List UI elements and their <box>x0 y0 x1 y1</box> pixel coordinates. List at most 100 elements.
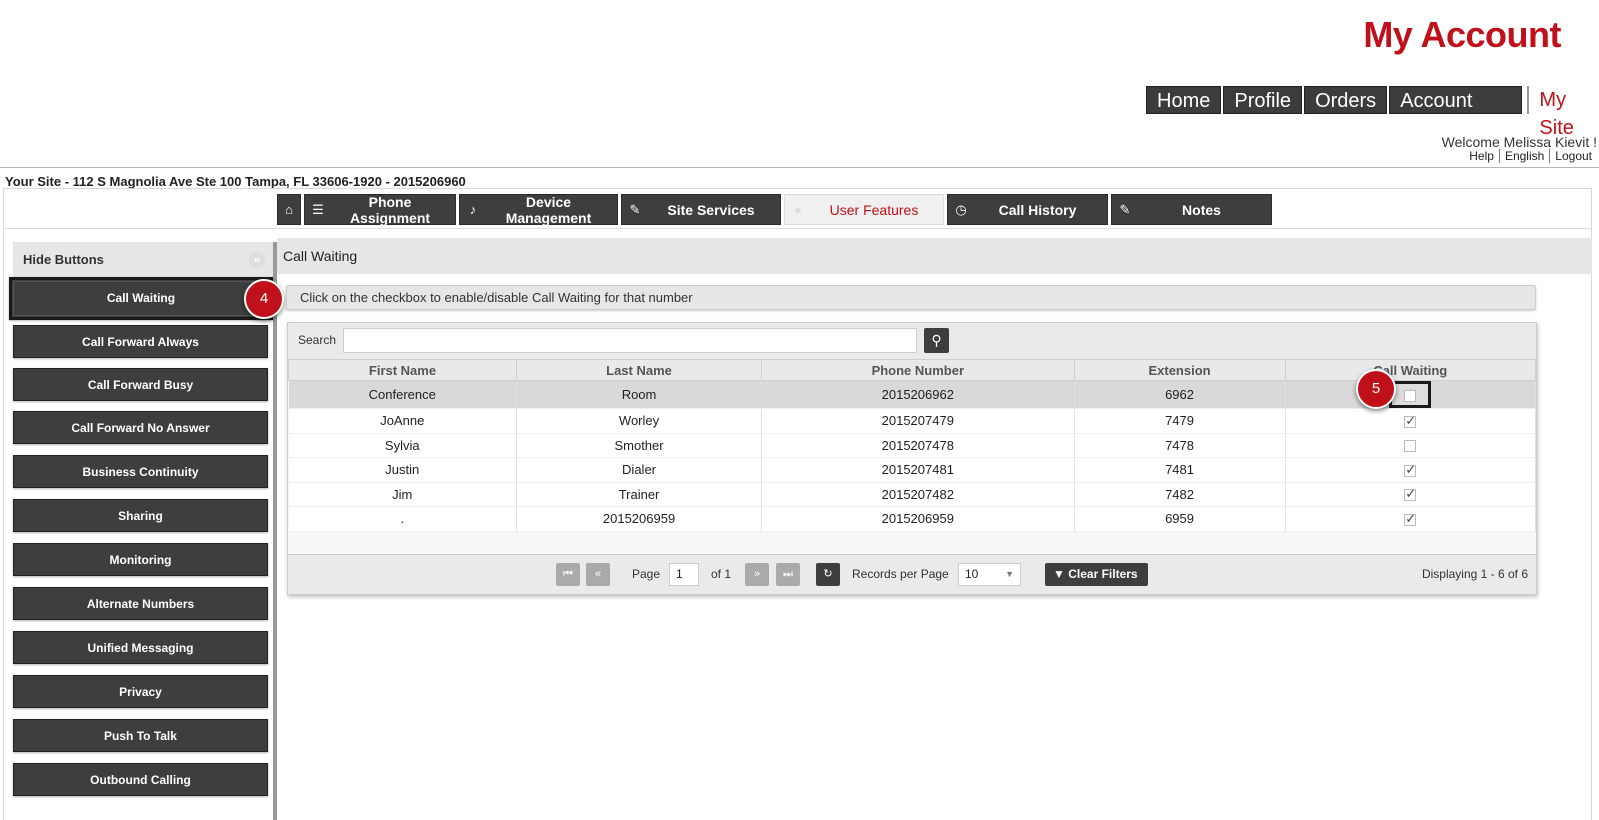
sidebar-item-push-to-talk[interactable]: Push To Talk <box>13 719 268 752</box>
refresh-icon: ↻ <box>823 568 833 580</box>
sidebar-item-outbound-calling[interactable]: Outbound Calling <box>13 763 268 796</box>
instruction-text: Click on the checkbox to enable/disable … <box>286 285 1536 310</box>
prev-page-button[interactable]: « <box>586 563 610 586</box>
call-waiting-checkbox[interactable] <box>1404 440 1417 453</box>
language-link[interactable]: English <box>1498 149 1549 163</box>
call-waiting-checkbox[interactable] <box>1404 389 1417 402</box>
cell-phone-number: 2015206962 <box>761 380 1075 409</box>
cell-first-name: Sylvia <box>288 433 517 458</box>
cell-first-name: . <box>288 506 517 532</box>
tab-site-services[interactable]: ✎ Site Services <box>621 194 781 225</box>
last-page-button[interactable]: ⏭ <box>776 563 800 586</box>
sidebar-item-call-forward-no-answer[interactable]: Call Forward No Answer <box>13 411 268 444</box>
cell-call-waiting <box>1285 506 1537 532</box>
cell-last-name: Dialer <box>516 457 763 483</box>
sidebar-item-unified-messaging[interactable]: Unified Messaging <box>13 631 268 664</box>
cell-last-name: Room <box>516 380 763 409</box>
table-row[interactable]: . 2015206959 2015206959 6959 <box>288 506 1537 532</box>
cell-extension: 7478 <box>1074 433 1286 458</box>
col-last-name[interactable]: Last Name <box>515 359 763 381</box>
col-extension[interactable]: Extension <box>1073 359 1286 381</box>
sidebar-item-privacy[interactable]: Privacy <box>13 675 268 708</box>
table-row[interactable]: Conference Room 2015206962 6962 <box>288 380 1537 409</box>
col-call-waiting[interactable]: Call Waiting <box>1284 359 1537 381</box>
cell-call-waiting <box>1285 482 1537 507</box>
pencil-icon: ✎ <box>1119 201 1131 217</box>
sidebar-item-label: Call Waiting <box>13 281 269 316</box>
tab-home[interactable]: ⌂ <box>277 194 301 225</box>
sidebar-item-business-continuity[interactable]: Business Continuity <box>13 455 268 488</box>
cell-phone-number: 2015206959 <box>761 506 1075 532</box>
col-phone-number[interactable]: Phone Number <box>761 359 1075 381</box>
cell-first-name: Conference <box>288 380 517 409</box>
call-waiting-checkbox[interactable] <box>1404 415 1417 428</box>
panel-title: Call Waiting <box>277 238 1592 274</box>
collapse-icon[interactable]: « <box>249 252 265 268</box>
records-per-page-select[interactable]: 10 ▼ <box>958 563 1021 586</box>
cell-call-waiting <box>1285 433 1537 458</box>
cell-extension: 7482 <box>1074 482 1286 507</box>
user-icon: ● <box>794 202 802 217</box>
nav-home[interactable]: Home <box>1146 86 1222 114</box>
step-badge-4: 4 <box>244 279 284 319</box>
col-first-name[interactable]: First Name <box>288 359 517 381</box>
tab-user-features[interactable]: ● User Features <box>784 194 944 225</box>
list-icon: ☰ <box>312 201 324 217</box>
sidebar-item-call-waiting[interactable]: Call Waiting <box>9 277 273 320</box>
page-input[interactable]: 1 <box>669 563 699 586</box>
table-row[interactable]: Jim Trainer 2015207482 7482 <box>288 482 1537 507</box>
tab-label: User Features <box>829 201 919 218</box>
nav-profile[interactable]: Profile <box>1223 86 1303 114</box>
table-row[interactable]: Sylvia Smother 2015207478 7478 <box>288 433 1537 458</box>
tabs-divider <box>3 228 1592 229</box>
table-row[interactable]: JoAnne Worley 2015207479 7479 <box>288 408 1537 434</box>
cell-first-name: JoAnne <box>288 408 517 434</box>
tab-label: Call History <box>998 201 1077 218</box>
help-link[interactable]: Help <box>1464 149 1499 163</box>
nav-my-site[interactable]: My Site <box>1527 86 1599 139</box>
nav-account-admin[interactable]: Account Admin <box>1389 86 1523 140</box>
search-button[interactable]: ⚲ <box>924 328 949 353</box>
tab-phone-assignment[interactable]: ☰ Phone Assignment <box>304 193 456 226</box>
sidebar-item-monitoring[interactable]: Monitoring <box>13 543 268 576</box>
first-page-button[interactable]: ⏮ <box>556 563 580 586</box>
cell-phone-number: 2015207478 <box>761 433 1075 458</box>
displaying-count: Displaying 1 - 6 of 6 <box>1421 567 1528 581</box>
call-waiting-checkbox[interactable] <box>1404 513 1417 526</box>
sidebar-item-alternate-numbers[interactable]: Alternate Numbers <box>13 587 268 620</box>
cell-extension: 6962 <box>1074 380 1286 409</box>
cell-first-name: Jim <box>288 482 517 507</box>
cell-call-waiting <box>1285 408 1537 434</box>
tab-device-management[interactable]: ♪ Device Management <box>459 194 618 226</box>
site-title: Your Site - 112 S Magnolia Ave Ste 100 T… <box>5 174 466 189</box>
cell-phone-number: 2015207482 <box>761 482 1075 507</box>
page-label: Page <box>632 567 661 581</box>
sidebar-item-call-forward-always[interactable]: Call Forward Always <box>13 325 268 358</box>
tab-notes[interactable]: ✎ Notes <box>1111 194 1272 225</box>
search-input[interactable] <box>343 328 917 353</box>
top-nav: Home Profile Orders Account Admin My Sit… <box>1146 86 1599 140</box>
records-label: Records per Page <box>852 567 949 581</box>
table-row[interactable]: Justin Dialer 2015207481 7481 <box>288 457 1537 483</box>
tab-call-history[interactable]: ◷ Call History <box>947 194 1108 225</box>
clear-filters-button[interactable]: ▼ Clear Filters <box>1045 563 1148 586</box>
next-page-button[interactable]: » <box>745 563 769 586</box>
clear-filters-label: Clear Filters <box>1068 567 1138 581</box>
tab-label: Site Services <box>667 201 755 218</box>
call-waiting-checkbox[interactable] <box>1404 489 1417 502</box>
logout-link[interactable]: Logout <box>1549 149 1597 163</box>
brand-title: My Account <box>1363 14 1561 55</box>
cell-extension: 7481 <box>1074 457 1286 483</box>
chevron-down-icon: ▼ <box>1005 569 1014 579</box>
refresh-button[interactable]: ↻ <box>816 563 840 586</box>
bell-icon: ♪ <box>469 202 477 217</box>
sidebar-item-sharing[interactable]: Sharing <box>13 499 268 532</box>
step-badge-5: 5 <box>1356 369 1396 409</box>
data-grid: Search ⚲ First Name Last Name Phone Numb… <box>287 322 1537 595</box>
sidebar-item-call-forward-busy[interactable]: Call Forward Busy <box>13 368 268 401</box>
cell-last-name: 2015206959 <box>516 506 763 532</box>
call-waiting-checkbox[interactable] <box>1404 464 1417 477</box>
nav-orders[interactable]: Orders <box>1304 86 1388 114</box>
search-label: Search <box>298 333 337 347</box>
tab-label: Phone Assignment <box>349 193 431 226</box>
